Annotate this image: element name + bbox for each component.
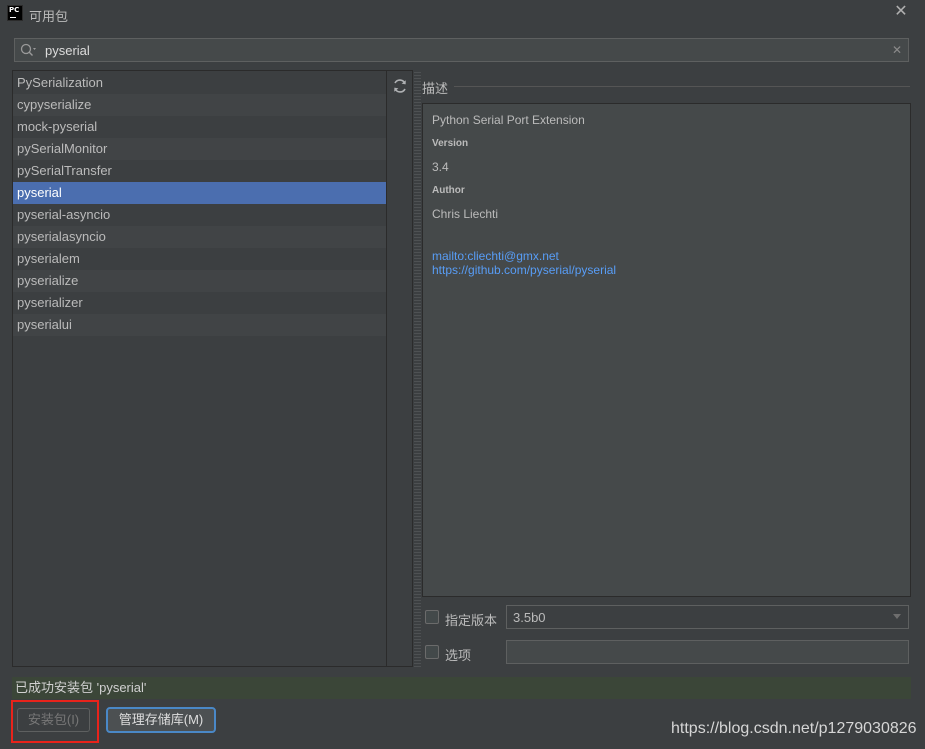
list-item[interactable]: pyserialem <box>13 248 386 270</box>
manage-repositories-button[interactable]: 管理存储库(M) <box>106 707 216 733</box>
description-divider <box>454 86 910 87</box>
email-link[interactable]: mailto:cliechti@gmx.net <box>432 249 559 263</box>
options-checkbox[interactable] <box>425 645 439 659</box>
package-list[interactable]: PySerialization cypyserialize mock-pyseria… <box>12 70 387 667</box>
version-value: 3.4 <box>432 160 449 174</box>
refresh-icon[interactable] <box>390 77 410 95</box>
list-item[interactable]: cypyserialize <box>13 94 386 116</box>
list-item[interactable]: PySerialization <box>13 72 386 94</box>
annotation-highlight <box>11 700 99 743</box>
specify-version-checkbox[interactable] <box>425 610 439 624</box>
options-input[interactable] <box>506 640 909 664</box>
description-title: 描述 <box>422 81 449 96</box>
clear-search-icon[interactable]: ✕ <box>889 41 905 59</box>
version-label: Version <box>432 138 469 149</box>
list-item[interactable]: mock-pyserial <box>13 116 386 138</box>
app-icon-text: PC <box>9 6 20 14</box>
chevron-down-icon <box>893 614 901 619</box>
window-title: 可用包 <box>29 9 69 24</box>
version-select-value: 3.5b0 <box>513 610 546 625</box>
list-item[interactable]: pySerialMonitor <box>13 138 386 160</box>
list-item[interactable]: pySerialTransfer <box>13 160 386 182</box>
author-label: Author <box>432 185 465 196</box>
homepage-link[interactable]: https://github.com/pyserial/pyserial <box>432 263 616 277</box>
watermark: https://blog.csdn.net/p1279030826 <box>671 720 917 737</box>
list-toolbar <box>387 70 413 667</box>
panel-splitter[interactable] <box>414 70 421 667</box>
description-panel: Python Serial Port Extension Version 3.4… <box>422 103 911 597</box>
list-item[interactable]: pyserial <box>13 182 386 204</box>
list-item[interactable]: pyserialui <box>13 314 386 336</box>
list-item[interactable]: pyserialize <box>13 270 386 292</box>
list-item[interactable]: pyserialasyncio <box>13 226 386 248</box>
author-value: Chris Liechti <box>432 207 499 221</box>
search-input[interactable] <box>45 42 865 58</box>
package-summary: Python Serial Port Extension <box>432 113 585 127</box>
search-field[interactable]: ✕ <box>14 38 909 62</box>
specify-version-label: 指定版本 <box>445 613 498 628</box>
version-select[interactable]: 3.5b0 <box>506 605 909 629</box>
options-label: 选项 <box>445 648 472 663</box>
list-item[interactable]: pyserializer <box>13 292 386 314</box>
status-message: 已成功安装包 'pyserial' <box>12 677 911 699</box>
close-icon[interactable]: ✕ <box>892 3 910 21</box>
search-icon[interactable] <box>19 42 37 58</box>
list-item[interactable]: pyserial-asyncio <box>13 204 386 226</box>
pycharm-icon: PC <box>7 5 23 21</box>
